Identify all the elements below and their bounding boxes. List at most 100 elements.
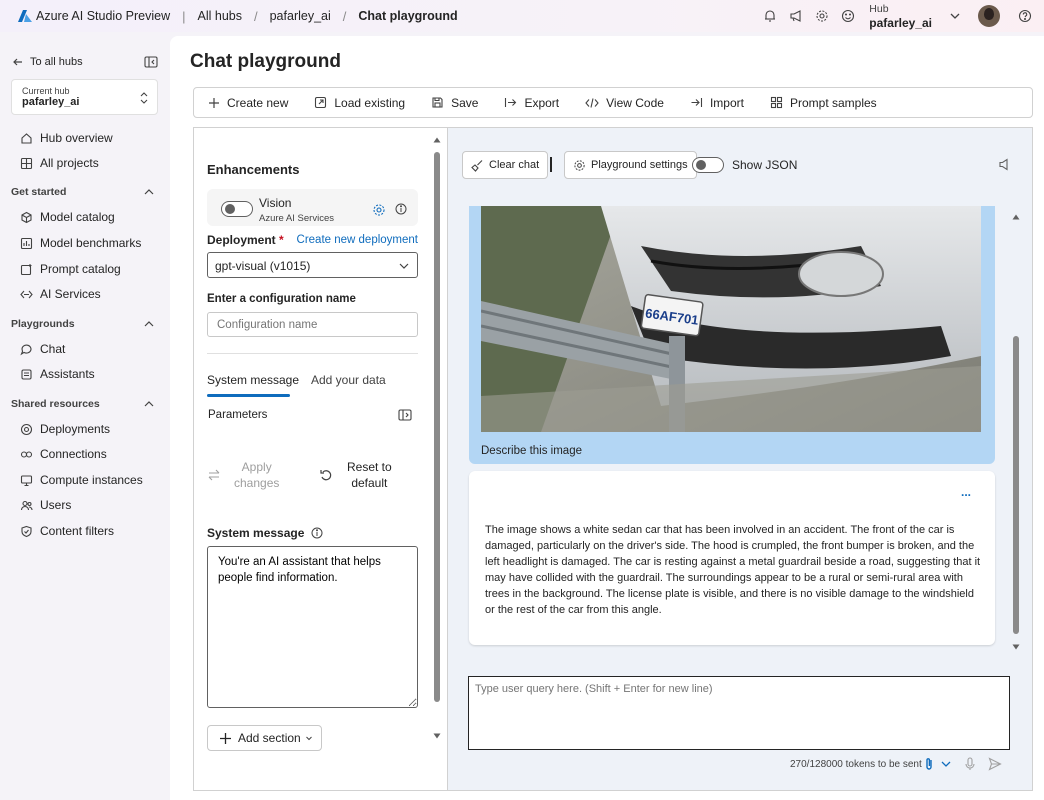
show-json-label: Show JSON xyxy=(732,158,798,172)
microphone-icon[interactable] xyxy=(965,757,975,771)
scroll-down-icon[interactable] xyxy=(1012,643,1020,651)
expand-panel-icon[interactable] xyxy=(398,409,412,421)
avatar[interactable] xyxy=(978,5,1000,27)
clear-chat-button[interactable]: Clear chat xyxy=(462,151,549,179)
section-playgrounds[interactable]: Playgrounds xyxy=(11,318,155,330)
open-icon xyxy=(315,96,327,109)
reset-default-button[interactable]: Reset to default xyxy=(319,459,392,491)
plus-icon xyxy=(209,97,219,108)
sidebar: To all hubs Current hub pafarley_ai Hub … xyxy=(0,32,170,800)
prompt-icon xyxy=(20,263,32,275)
sidebar-item-ai-services[interactable]: AI Services xyxy=(20,287,101,301)
token-count: 270/128000 tokens to be sent xyxy=(790,759,922,770)
reset-label-line2: default xyxy=(351,476,388,490)
sidebar-item-compute-instances[interactable]: Compute instances xyxy=(20,473,143,487)
scroll-up-icon[interactable] xyxy=(433,136,441,144)
collapse-panel-icon[interactable] xyxy=(144,56,158,68)
config-name-input[interactable] xyxy=(207,312,418,337)
sidebar-item-label: Chat xyxy=(40,342,66,356)
sidebar-item-connections[interactable]: Connections xyxy=(20,447,107,461)
divider xyxy=(207,353,418,354)
scroll-up-icon[interactable] xyxy=(1012,213,1020,221)
brand-name: Azure AI Studio Preview xyxy=(36,9,171,23)
help-icon[interactable] xyxy=(1012,3,1038,29)
load-existing-button[interactable]: Load existing xyxy=(314,96,405,110)
sidebar-item-chat[interactable]: Chat xyxy=(20,342,65,356)
users-icon xyxy=(20,500,33,510)
add-section-button[interactable]: Add section xyxy=(207,725,322,751)
chat-scroll-thumb[interactable] xyxy=(1013,336,1019,634)
benchmark-icon xyxy=(20,237,33,249)
info-icon[interactable] xyxy=(311,527,323,539)
sidebar-item-model-catalog[interactable]: Model catalog xyxy=(20,210,115,224)
bell-icon[interactable] xyxy=(757,3,783,29)
brand[interactable]: Azure AI Studio Preview xyxy=(0,9,170,23)
breadcrumb-separator: / xyxy=(342,8,347,24)
system-message-textarea[interactable]: You're an AI assistant that helps people… xyxy=(207,546,418,708)
home-icon xyxy=(21,132,32,144)
apply-label-line1: Apply xyxy=(241,460,272,474)
sidebar-item-label: Compute instances xyxy=(40,473,143,487)
chevron-down-icon[interactable] xyxy=(942,3,968,29)
gear-icon[interactable] xyxy=(809,3,835,29)
save-icon xyxy=(432,97,443,108)
sidebar-item-label: Model catalog xyxy=(40,210,115,224)
speaker-icon[interactable] xyxy=(998,158,1011,171)
top-actions: Hub pafarley_ai xyxy=(757,0,1044,32)
section-label: Get started xyxy=(11,186,67,198)
save-button[interactable]: Save xyxy=(431,96,478,110)
sidebar-item-prompt-catalog[interactable]: Prompt catalog xyxy=(20,262,121,276)
back-to-hubs-link[interactable]: To all hubs xyxy=(12,56,83,68)
sidebar-item-content-filters[interactable]: Content filters xyxy=(20,524,114,538)
setup-scroll-thumb[interactable] xyxy=(434,152,440,702)
sidebar-item-users[interactable]: Users xyxy=(20,498,71,512)
settings-gear-icon[interactable] xyxy=(372,203,386,217)
view-code-button[interactable]: View Code xyxy=(585,96,664,110)
deployment-select[interactable]: gpt-visual (v1015) xyxy=(207,252,418,278)
sidebar-item-label: Content filters xyxy=(40,524,115,538)
user-image[interactable]: 66AF701 xyxy=(481,206,981,432)
paperclip-icon[interactable] xyxy=(924,757,934,771)
show-json-toggle[interactable] xyxy=(692,157,724,173)
megaphone-icon[interactable] xyxy=(783,3,809,29)
send-icon[interactable] xyxy=(988,757,1002,771)
smiley-icon[interactable] xyxy=(835,3,861,29)
chevron-down-icon[interactable] xyxy=(940,759,952,769)
hub-switcher[interactable]: Hub pafarley_ai xyxy=(869,2,932,30)
sidebar-item-model-benchmarks[interactable]: Model benchmarks xyxy=(20,236,141,250)
sidebar-item-all-projects[interactable]: All projects xyxy=(20,156,99,170)
breadcrumb-all-hubs[interactable]: All hubs xyxy=(198,9,242,23)
services-icon xyxy=(20,290,33,298)
scroll-down-icon[interactable] xyxy=(433,732,441,740)
chat-scrollbar[interactable] xyxy=(1012,213,1020,653)
breadcrumb-hub[interactable]: pafarley_ai xyxy=(270,9,331,23)
create-deployment-link[interactable]: Create new deployment xyxy=(297,234,418,246)
azure-logo-icon xyxy=(18,10,32,22)
prompt-samples-button[interactable]: Prompt samples xyxy=(770,96,877,110)
tab-system-message[interactable]: System message xyxy=(207,373,299,387)
tab-add-your-data[interactable]: Add your data xyxy=(311,373,386,387)
breadcrumb-separator: | xyxy=(182,8,186,24)
breadcrumb-separator: / xyxy=(253,8,258,24)
chat-input[interactable] xyxy=(468,676,1010,750)
setup-scrollbar[interactable] xyxy=(433,136,441,741)
top-bar: Azure AI Studio Preview | All hubs / paf… xyxy=(0,0,1044,32)
current-hub-selector[interactable]: Current hub pafarley_ai xyxy=(11,79,158,115)
grid-icon xyxy=(20,157,33,169)
sidebar-item-hub-overview[interactable]: Hub overview xyxy=(20,131,113,145)
create-new-button[interactable]: Create new xyxy=(208,96,288,110)
section-shared-resources[interactable]: Shared resources xyxy=(11,398,155,410)
toolbar: Create new Load existing Save Export Vie… xyxy=(193,87,1033,118)
sidebar-item-deployments[interactable]: Deployments xyxy=(20,422,110,436)
sidebar-item-assistants[interactable]: Assistants xyxy=(20,367,95,381)
export-button[interactable]: Export xyxy=(504,96,559,110)
info-icon[interactable] xyxy=(395,203,407,215)
sidebar-item-label: Model benchmarks xyxy=(40,236,142,250)
message-more-button[interactable]: ... xyxy=(961,485,971,499)
playground-settings-button[interactable]: Playground settings xyxy=(564,151,697,179)
apply-changes-button[interactable]: Apply changes xyxy=(207,459,279,491)
assistant-icon xyxy=(21,368,32,380)
section-get-started[interactable]: Get started xyxy=(11,186,155,198)
import-button[interactable]: Import xyxy=(690,96,744,110)
vision-toggle[interactable] xyxy=(221,201,253,217)
